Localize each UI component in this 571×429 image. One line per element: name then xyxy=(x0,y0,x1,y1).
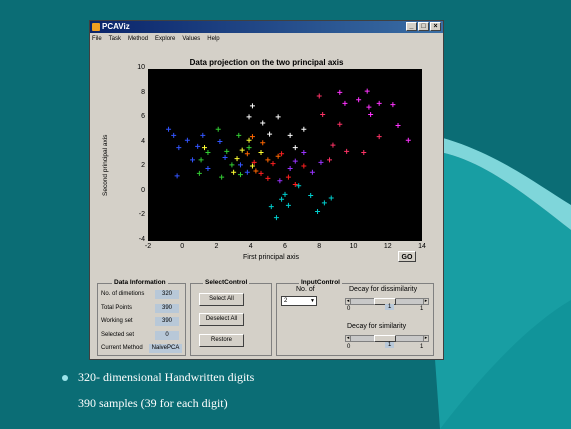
x-tick-label: 10 xyxy=(349,243,358,250)
slider-right-arrow-icon[interactable]: ▸ xyxy=(423,335,429,342)
info-label: Current Method xyxy=(101,345,143,351)
app-icon xyxy=(92,23,100,31)
y-tick-label: -4 xyxy=(138,236,145,243)
info-value: 0 xyxy=(155,330,179,340)
menu-values[interactable]: Values xyxy=(182,34,200,44)
menu-method[interactable]: Method xyxy=(128,34,148,44)
x-tick-label: 4 xyxy=(248,243,253,250)
slider-left-arrow-icon[interactable]: ◂ xyxy=(345,298,351,305)
similarity-label: Decay for similarity xyxy=(347,323,407,330)
slider-right-arrow-icon[interactable]: ▸ xyxy=(423,298,429,305)
menu-file[interactable]: File xyxy=(92,34,102,44)
minimize-button[interactable]: _ xyxy=(406,22,417,31)
y-tick-label: 6 xyxy=(141,113,145,121)
data-information-title: Data Information xyxy=(112,279,168,286)
menu-task[interactable]: Task xyxy=(109,34,121,44)
y-tick-label: 0 xyxy=(141,186,145,194)
info-value: 390 xyxy=(155,303,179,313)
bullet-text-2: 390 samples (39 for each digit) xyxy=(78,396,228,410)
info-value: NaivePCA xyxy=(149,344,182,353)
x-tick-label: -2 xyxy=(144,243,152,250)
select-all-button[interactable]: Select All xyxy=(199,293,244,306)
y-tick-label: -2 xyxy=(138,211,145,219)
x-tick-label: 12 xyxy=(383,243,392,250)
scatter-plot[interactable] xyxy=(148,69,422,241)
x-tick-label: 2 xyxy=(214,243,219,250)
no-of-label: No. of xyxy=(296,286,315,293)
close-button[interactable]: × xyxy=(430,22,441,31)
dissimilarity-label: Decay for dissimilarity xyxy=(349,286,418,293)
slider-thumb[interactable] xyxy=(374,335,396,342)
x-tick-label: 14 xyxy=(418,243,426,250)
go-button[interactable]: GO xyxy=(398,251,416,262)
chevron-down-icon: ▼ xyxy=(310,298,315,304)
info-value: 390 xyxy=(155,317,179,326)
info-label: Total Points xyxy=(101,304,133,311)
x-tick-label: 6 xyxy=(283,243,287,250)
no-of-selected-value: 2 xyxy=(284,298,288,304)
sim-value: 1 xyxy=(385,342,395,348)
dissim-min: 0 xyxy=(347,306,351,312)
bullet-dot-icon xyxy=(62,375,68,381)
sim-max: 1 xyxy=(420,344,424,350)
y-tick-label: 8 xyxy=(141,88,145,96)
info-label: Selected set xyxy=(101,331,135,338)
y-tick-label: 4 xyxy=(141,137,145,145)
x-tick-label: 8 xyxy=(317,243,322,250)
no-of-select[interactable]: 2 ▼ xyxy=(281,296,317,306)
info-value: 320 xyxy=(155,290,179,299)
input-control-title: InputControl xyxy=(299,279,342,286)
x-tick-label: 0 xyxy=(180,243,185,250)
x-axis-label: First principal axis xyxy=(243,254,300,261)
menu-help[interactable]: Help xyxy=(207,34,219,44)
info-label: No. of dimetions xyxy=(101,291,145,297)
info-label: Working set xyxy=(101,318,133,324)
restore-button[interactable]: Restore xyxy=(199,334,244,347)
dissim-max: 1 xyxy=(420,306,424,312)
y-tick-label: 10 xyxy=(137,64,145,71)
sim-min: 0 xyxy=(347,344,351,350)
deselect-all-button[interactable]: Deselect All xyxy=(199,313,244,326)
y-axis-label: Second principal axis xyxy=(102,134,109,196)
y-tick-label: 2 xyxy=(141,162,145,170)
title-bar: PCAViz _ □ × xyxy=(90,21,443,33)
plot-background xyxy=(148,69,422,241)
slider-left-arrow-icon[interactable]: ◂ xyxy=(345,335,351,342)
bullet-text-1: 320- dimensional Handwritten digits xyxy=(78,370,255,384)
maximize-button[interactable]: □ xyxy=(418,22,429,31)
menu-explore[interactable]: Explore xyxy=(155,34,175,44)
select-control-title: SelectControl xyxy=(203,279,250,286)
similarity-slider[interactable]: ◂ ▸ xyxy=(345,335,429,342)
menu-bar: File Task Method Explore Values Help xyxy=(92,34,220,44)
input-control-panel: InputControl xyxy=(276,279,434,356)
window-title: PCAViz xyxy=(102,22,130,31)
dissim-value: 1 xyxy=(385,304,395,310)
